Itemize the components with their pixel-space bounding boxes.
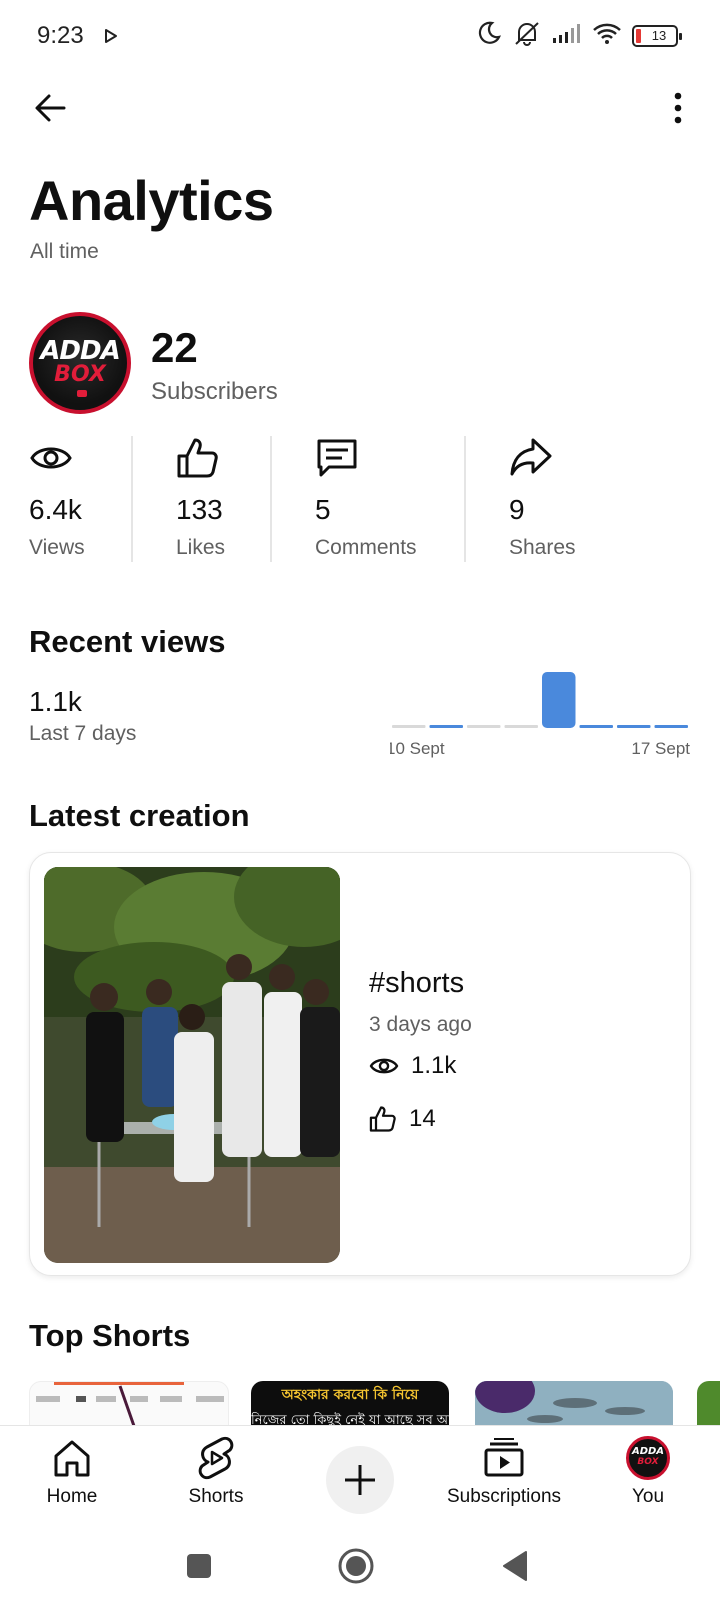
nav-subscriptions-label: Subscriptions [446, 1486, 562, 1507]
channel-avatar: ADDA BOX [29, 312, 131, 414]
shares-value: 9 [509, 494, 525, 525]
status-time: 9:23 [37, 22, 84, 49]
arrow-back-icon [35, 94, 66, 122]
status-bar: 9:23 13 [0, 0, 720, 72]
shorts-icon [198, 1436, 234, 1480]
recent-views-title: Recent views [29, 624, 226, 659]
nav-subscriptions[interactable]: Subscriptions [434, 1436, 574, 1526]
chart-bar[interactable] [392, 725, 426, 728]
short-thumbnail[interactable] [29, 1381, 229, 1425]
top-shorts-row: অহংকার করবো কি নিয়ে নিজের তো কিছুই নেই … [0, 1381, 720, 1425]
mute-icon [512, 20, 542, 51]
subscriptions-icon [484, 1438, 524, 1477]
video-views: 1.1k [369, 1051, 456, 1081]
youtube-mini-icon [77, 390, 87, 397]
stat-divider [464, 436, 466, 562]
chart-bar[interactable] [617, 725, 651, 728]
comment-icon [317, 439, 357, 477]
avatar: ADDA BOX [626, 1436, 670, 1480]
video-thumbnail[interactable] [44, 867, 340, 1263]
short-caption-line-1: অহংকার করবো কি নিয়ে [281, 1387, 419, 1403]
subscriber-label: Subscribers [151, 378, 278, 405]
subscriber-count: 22 [151, 324, 198, 371]
chart-bar[interactable] [429, 725, 464, 728]
wifi-icon [592, 21, 622, 50]
video-title: #shorts [369, 967, 465, 999]
create-plus-icon [345, 1465, 375, 1495]
chart-bar[interactable] [542, 672, 576, 728]
play-notification-icon [104, 28, 118, 49]
avatar-logo-line-2: BOX [637, 1457, 659, 1467]
chart-bar[interactable] [654, 725, 689, 728]
chart-x-end-label: 17 Sept [631, 739, 690, 758]
likes-value: 133 [176, 494, 223, 525]
more-options-button[interactable] [666, 86, 690, 130]
thumbs-up-icon [369, 1106, 396, 1132]
stats-row: 6.4k Views 133 Likes 5 Comments 9 Shares [0, 436, 720, 562]
bottom-navigation: Home Shorts Subscriptions ADDA BOX You [0, 1425, 720, 1530]
recents-button[interactable] [177, 1544, 221, 1588]
stat-divider [270, 436, 272, 562]
create-button[interactable] [326, 1446, 394, 1514]
short-thumbnail[interactable] [697, 1381, 720, 1425]
shares-label: Shares [509, 536, 576, 559]
back-system-button[interactable] [492, 1544, 536, 1588]
chart-bar[interactable] [467, 725, 501, 728]
nav-you-label: You [631, 1486, 665, 1507]
video-likes: 14 [369, 1105, 436, 1133]
page-title: Analytics [29, 169, 274, 232]
avatar-logo-line-1: ADDA [631, 1446, 665, 1457]
share-icon [510, 438, 552, 476]
battery-icon: 13 [632, 24, 682, 47]
views-label: Views [29, 536, 85, 559]
nav-home-label: Home [46, 1486, 98, 1507]
square-recents-icon [187, 1554, 211, 1578]
short-thumbnail[interactable] [475, 1381, 673, 1425]
chart-x-start-label: 10 Sept [390, 739, 445, 758]
nav-shorts-label: Shorts [188, 1486, 244, 1507]
thumbs-up-icon [177, 438, 218, 478]
top-app-bar [0, 80, 720, 136]
time-range-label: All time [30, 240, 99, 263]
recent-views-value: 1.1k [29, 686, 82, 717]
logo-line-2: BOX [54, 362, 106, 387]
nav-you[interactable]: ADDA BOX You [578, 1436, 718, 1526]
home-system-button[interactable] [334, 1544, 378, 1588]
video-views-value: 1.1k [411, 1052, 457, 1079]
short-caption-line-2: নিজের তো কিছুই নেই যা আছে সব আমার [251, 1413, 449, 1425]
likes-label: Likes [176, 536, 226, 559]
back-button[interactable] [28, 86, 72, 130]
stat-divider [131, 436, 133, 562]
video-date: 3 days ago [369, 1013, 472, 1036]
chart-bar[interactable] [504, 725, 539, 728]
views-value: 6.4k [29, 494, 82, 525]
eye-icon [30, 447, 72, 469]
comments-label: Comments [315, 536, 417, 559]
top-shorts-title: Top Shorts [29, 1318, 191, 1353]
do-not-disturb-icon [476, 20, 502, 51]
circle-home-icon [338, 1548, 374, 1584]
nav-shorts[interactable]: Shorts [146, 1436, 286, 1526]
latest-creation-title: Latest creation [29, 798, 250, 833]
nav-home[interactable]: Home [2, 1436, 142, 1526]
recent-views-period: Last 7 days [29, 722, 137, 745]
signal-icon [552, 22, 582, 49]
more-vert-icon [674, 92, 682, 124]
latest-creation-card[interactable]: #shorts 3 days ago 1.1k 14 [29, 852, 691, 1276]
eye-icon [369, 1058, 399, 1074]
recent-views-chart[interactable]: 10 Sept 17 Sept [390, 670, 690, 770]
battery-level: 13 [651, 28, 667, 43]
video-likes-value: 14 [409, 1105, 436, 1132]
chart-bar[interactable] [579, 725, 614, 728]
comments-value: 5 [315, 494, 331, 525]
triangle-back-icon [503, 1551, 527, 1581]
short-thumbnail[interactable]: অহংকার করবো কি নিয়ে নিজের তো কিছুই নেই … [251, 1381, 449, 1425]
system-navigation-bar [0, 1530, 720, 1600]
home-icon [54, 1440, 90, 1477]
